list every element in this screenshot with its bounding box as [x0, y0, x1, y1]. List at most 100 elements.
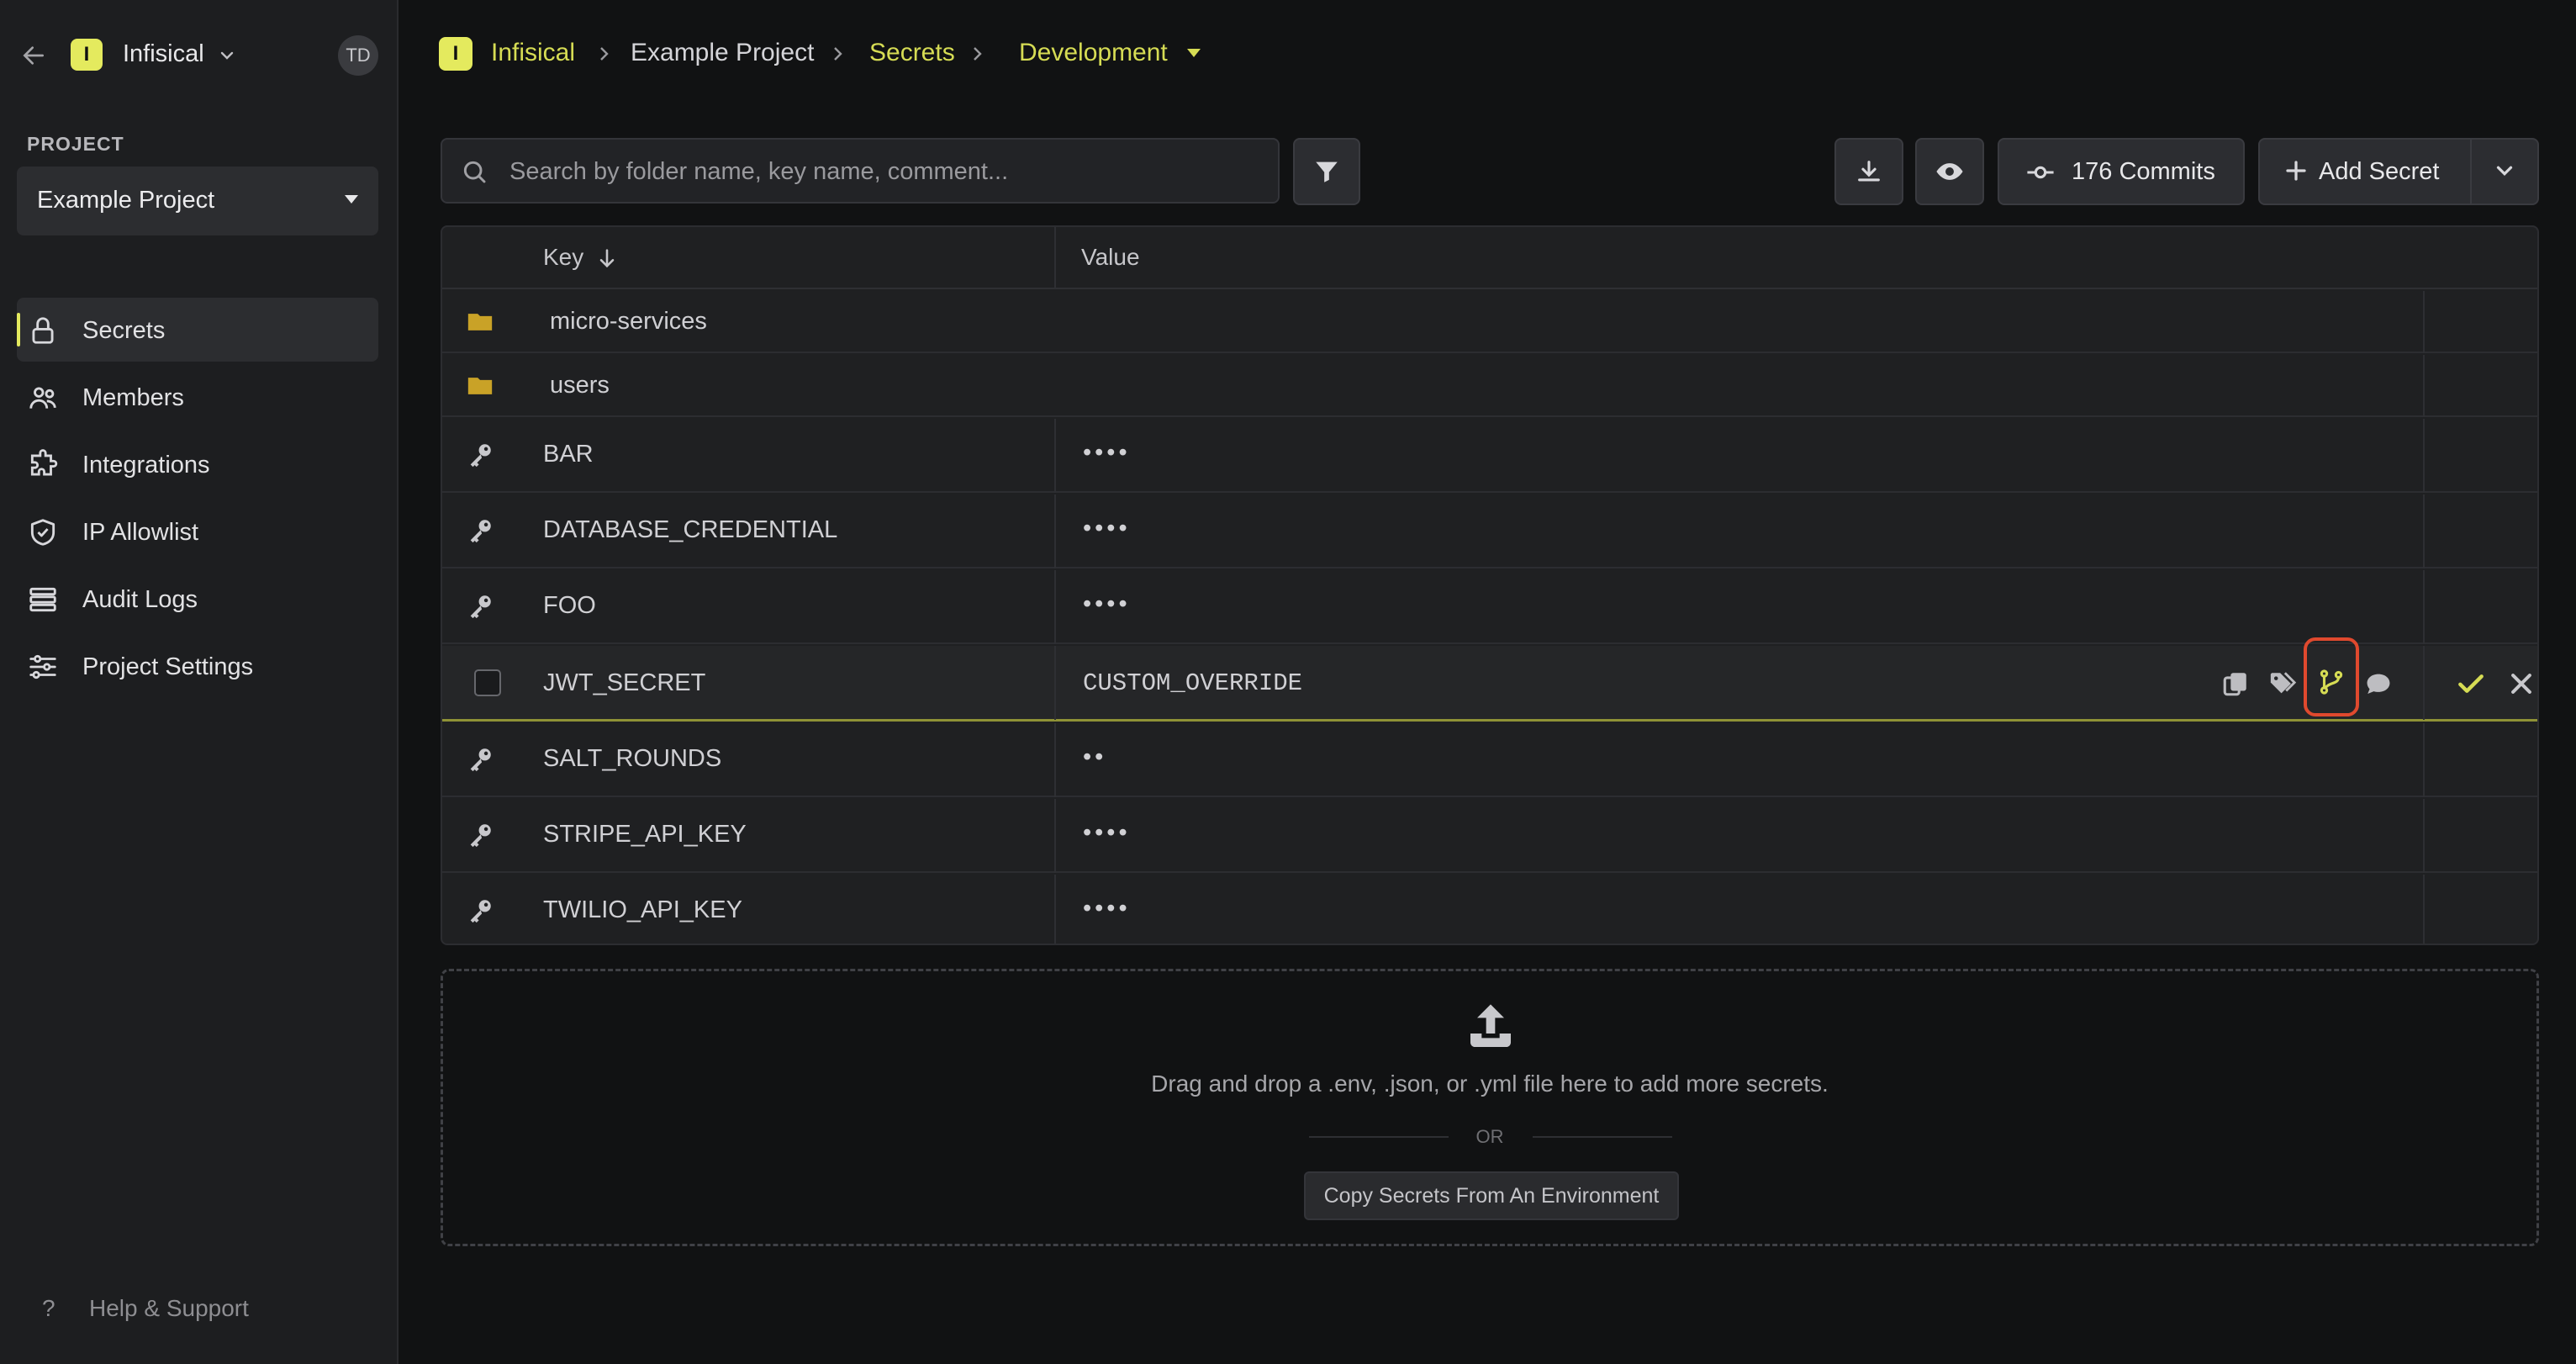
folder-icon: [467, 314, 493, 330]
sort-arrow-down-icon[interactable]: [595, 246, 619, 271]
sidebar-item-label: Integrations: [82, 452, 210, 478]
divider-line: [1533, 1136, 1672, 1138]
sidebar-nav: Secrets Members Integrations IP Allowlis…: [17, 298, 378, 701]
or-separator: OR: [1475, 1126, 1504, 1147]
table-row[interactable]: STRIPE_API_KEY ••••: [442, 799, 2537, 873]
sidebar-item-ip-allowlist[interactable]: IP Allowlist: [17, 500, 378, 563]
breadcrumb-org[interactable]: Infisical: [491, 39, 575, 67]
table-row[interactable]: BAR ••••: [442, 419, 2537, 493]
secret-value-masked[interactable]: ••••: [1083, 439, 1131, 467]
comment-icon[interactable]: [2364, 669, 2393, 698]
project-select[interactable]: Example Project: [17, 167, 378, 235]
org-switcher[interactable]: Infisical: [123, 40, 204, 68]
sidebar-item-label: Members: [82, 384, 184, 411]
tag-icon[interactable]: [2268, 669, 2297, 698]
secret-key[interactable]: BAR: [543, 441, 594, 468]
secret-key[interactable]: TWILIO_API_KEY: [543, 896, 742, 924]
caret-down-icon[interactable]: [1185, 47, 1202, 59]
project-section-label: PROJECT: [27, 133, 124, 155]
table-row[interactable]: DATABASE_CREDENTIAL ••••: [442, 494, 2537, 568]
highlight-annotation: [2304, 637, 2359, 716]
row-checkbox[interactable]: [474, 669, 501, 696]
column-divider: [1054, 570, 1056, 644]
file-dropzone[interactable]: Drag and drop a .env, .json, or .yml fil…: [441, 969, 2539, 1246]
sidebar-item-project-settings[interactable]: Project Settings: [17, 634, 378, 698]
commits-button[interactable]: 176 Commits: [1998, 138, 2245, 205]
secrets-table: Key Value micro-services users BAR •••• …: [441, 225, 2539, 945]
column-divider: [2423, 419, 2425, 493]
secret-key[interactable]: DATABASE_CREDENTIAL: [543, 516, 837, 544]
key-icon: [470, 444, 491, 468]
secret-value-masked[interactable]: ••••: [1083, 895, 1131, 923]
org-header: I Infisical TD: [0, 32, 399, 79]
reveal-values-button[interactable]: [1915, 138, 1984, 205]
chevron-right-icon: [974, 47, 982, 61]
key-icon: [470, 748, 491, 772]
sidebar-item-label: Audit Logs: [82, 586, 198, 613]
column-divider: [2423, 494, 2425, 568]
save-check-icon[interactable]: [2455, 668, 2487, 700]
column-divider: [1054, 723, 1056, 797]
column-divider: [2423, 570, 2425, 644]
sliders-icon: [29, 654, 56, 679]
sidebar-item-secrets[interactable]: Secrets: [17, 298, 378, 362]
column-divider: [1054, 646, 1056, 720]
table-header: Key Value: [442, 227, 2537, 289]
add-secret-label: Add Secret: [2319, 158, 2440, 185]
table-row[interactable]: SALT_ROUNDS ••: [442, 723, 2537, 797]
column-divider: [2423, 799, 2425, 873]
plus-icon: [2286, 161, 2306, 181]
sidebar-item-audit-logs[interactable]: Audit Logs: [17, 567, 378, 631]
commits-label: 176 Commits: [2072, 158, 2215, 185]
table-row[interactable]: FOO ••••: [442, 570, 2537, 644]
question-icon: ?: [42, 1295, 55, 1321]
key-icon: [470, 595, 491, 619]
breadcrumb-project[interactable]: Example Project: [631, 39, 814, 67]
secret-key[interactable]: STRIPE_API_KEY: [543, 821, 747, 849]
list-icon: [29, 587, 56, 612]
org-logo: I: [71, 39, 103, 71]
users-icon: [29, 387, 56, 409]
download-button[interactable]: [1834, 138, 1903, 205]
sidebar-item-integrations[interactable]: Integrations: [17, 432, 378, 496]
add-secret-options-button[interactable]: [2472, 140, 2539, 204]
search-input[interactable]: [509, 153, 1258, 190]
breadcrumb-logo: I: [439, 37, 472, 71]
secret-value-masked[interactable]: ••••: [1083, 515, 1131, 542]
back-arrow-icon[interactable]: [18, 42, 49, 69]
secret-value-masked[interactable]: ••••: [1083, 590, 1131, 618]
sidebar-item-label: IP Allowlist: [82, 519, 199, 546]
table-row[interactable]: TWILIO_API_KEY ••••: [442, 875, 2537, 944]
key-icon: [470, 520, 491, 543]
folder-row[interactable]: micro-services: [442, 291, 2537, 353]
download-icon: [1858, 161, 1880, 182]
avatar[interactable]: TD: [338, 35, 378, 76]
secret-key[interactable]: SALT_ROUNDS: [543, 745, 721, 773]
secret-value-input[interactable]: CUSTOM_OVERRIDE: [1083, 669, 1302, 697]
sidebar-item-label: Project Settings: [82, 653, 254, 680]
chevron-down-icon: [2496, 166, 2513, 177]
folder-row[interactable]: users: [442, 355, 2537, 417]
secret-key[interactable]: JWT_SECRET: [543, 669, 705, 697]
breadcrumb-secrets[interactable]: Secrets: [869, 39, 955, 67]
copy-icon[interactable]: [2221, 669, 2250, 698]
chevron-down-icon[interactable]: [217, 45, 237, 66]
environment-select[interactable]: Development: [1019, 39, 1168, 67]
close-icon[interactable]: [2507, 669, 2536, 698]
copy-secrets-button[interactable]: Copy Secrets From An Environment: [1304, 1171, 1679, 1220]
help-label: Help & Support: [89, 1295, 249, 1321]
key-icon: [470, 824, 491, 848]
puzzle-icon: [30, 449, 58, 476]
table-row-editing[interactable]: JWT_SECRET CUSTOM_OVERRIDE: [442, 646, 2537, 722]
add-secret-button[interactable]: Add Secret: [2260, 140, 2470, 204]
secret-key[interactable]: FOO: [543, 592, 596, 620]
sidebar: I Infisical TD PROJECT Example Project S…: [0, 0, 399, 1364]
breadcrumb: I Infisical Example Project Secrets Deve…: [439, 35, 1280, 72]
column-divider: [2423, 875, 2425, 944]
commit-icon: [2027, 166, 2054, 179]
sidebar-item-members[interactable]: Members: [17, 365, 378, 429]
secret-value-masked[interactable]: ••: [1083, 743, 1106, 771]
filter-button[interactable]: [1293, 138, 1360, 205]
column-header-key[interactable]: Key: [543, 244, 583, 271]
secret-value-masked[interactable]: ••••: [1083, 819, 1131, 847]
